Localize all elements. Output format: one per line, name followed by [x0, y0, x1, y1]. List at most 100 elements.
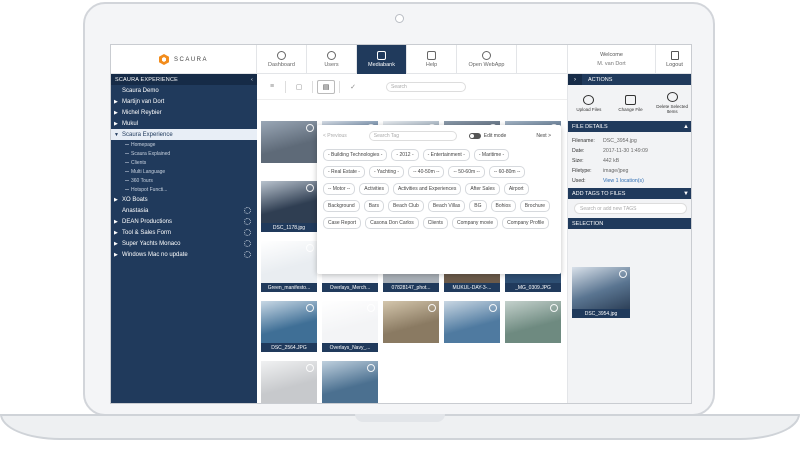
media-thumbnail [261, 181, 317, 223]
sidebar-item[interactable]: ▶ Mukul [111, 118, 257, 129]
tag-chip[interactable]: - Yachting - [368, 166, 405, 178]
gear-icon[interactable] [244, 251, 251, 258]
sidebar-item[interactable]: ▶ Martijn van Dort [111, 96, 257, 107]
tag-chip[interactable]: Beach Villas [427, 200, 466, 212]
tag-filter-icon[interactable]: ▤ [317, 79, 335, 94]
upload-files-button[interactable]: Upload Files [568, 85, 610, 121]
tag-chip[interactable]: Company Profile [502, 217, 550, 229]
sidebar-subitem[interactable]: Hotspot Functi... [111, 185, 257, 194]
sidebar-subitem[interactable]: Homepage [111, 140, 257, 149]
add-tags-input[interactable]: Search or add new TAGS [574, 203, 687, 214]
tag-chip[interactable]: - Building Technologies - [323, 149, 388, 161]
tab-open-webapp[interactable]: Open WebApp [457, 45, 517, 74]
logout-button[interactable]: Logout [655, 45, 691, 74]
gear-icon[interactable] [244, 207, 251, 214]
tag-chip[interactable]: Clients [422, 217, 449, 229]
tag-search-input[interactable]: Search Tag [368, 131, 457, 141]
tag-chip[interactable]: - Maritime - [473, 149, 510, 161]
expand-arrow-icon[interactable]: › [568, 74, 582, 85]
media-thumbnail [444, 301, 500, 343]
caret-right-icon[interactable]: ▶ [114, 252, 119, 258]
edit-mode-toggle[interactable] [468, 133, 481, 139]
caret-right-icon[interactable]: ▶ [114, 197, 119, 203]
media-caption: MUKUL-DAY-3-... [444, 283, 500, 292]
previous-button[interactable]: < Previous [323, 133, 347, 139]
tag-chip[interactable]: Activities [359, 183, 389, 195]
gear-icon[interactable] [244, 229, 251, 236]
sidebar-item[interactable]: ▼ Scaura Experience [111, 129, 257, 140]
tag-chip[interactable]: Bars [363, 200, 384, 212]
tag-chip[interactable]: -- 60-80m -- [488, 166, 526, 178]
add-tags-header[interactable]: ADD TAGS TO FILES ▼ [568, 188, 691, 199]
gear-icon[interactable] [244, 240, 251, 247]
tag-chip[interactable]: -- 50-60m -- [448, 166, 485, 178]
tag-chip[interactable]: Company movie [452, 217, 499, 229]
next-button[interactable]: Next > [536, 133, 551, 139]
view-locations-link[interactable]: View 1 location(s) [603, 178, 644, 184]
tag-chip[interactable]: - 2012 - [391, 149, 419, 161]
media-tile[interactable] [261, 361, 317, 403]
tag-chip[interactable]: Case Report [323, 217, 362, 229]
sidebar-item[interactable]: ▶ DEAN Productions [111, 216, 257, 227]
collapse-chevron-icon[interactable]: ‹ [251, 77, 253, 83]
selection-tile[interactable]: DSC_3954.jpg [572, 267, 630, 318]
detail-value: 442 kB [603, 158, 620, 164]
sidebar-subitem[interactable]: Clients [111, 158, 257, 167]
tag-chip[interactable]: Brochure [519, 200, 551, 212]
delete-selected-button[interactable]: Delete Selected Items [651, 85, 691, 121]
caret-down-icon[interactable]: ▼ [114, 132, 119, 138]
tab-mediabank[interactable]: Mediabank [357, 45, 407, 74]
tag-chip[interactable]: BG [469, 200, 487, 212]
media-thumbnail [261, 241, 317, 283]
tag-chip[interactable]: - Real Estate - [323, 166, 365, 178]
tag-chip[interactable]: -- Motor -- [323, 183, 356, 195]
caret-right-icon[interactable]: ▶ [114, 121, 119, 127]
sidebar-subitem[interactable]: 360 Tours [111, 176, 257, 185]
media-tile[interactable] [383, 301, 439, 343]
sidebar-item-label: Super Yachts Monaco [122, 240, 181, 247]
tag-chip[interactable]: Bohios [490, 200, 516, 212]
media-tile[interactable]: DSC_1178.jpg [261, 181, 317, 232]
sidebar-item[interactable]: ▶ Windows Mac no update [111, 249, 257, 260]
file-details-header[interactable]: FILE DETAILS ▲ [568, 121, 691, 132]
delete-selected-label: Delete Selected Items [656, 104, 689, 114]
media-tile[interactable]: Green_manifesto... [261, 241, 317, 292]
tab-users[interactable]: Users [307, 45, 357, 74]
sidebar-item[interactable]: ▶ Tool & Sales Form [111, 227, 257, 238]
caret-right-icon[interactable]: ▶ [114, 219, 119, 225]
tag-chip[interactable]: - Entertainment - [422, 149, 470, 161]
caret-right-icon[interactable]: ▶ [114, 230, 119, 236]
sidebar-subitem[interactable]: Scaura Explained [111, 149, 257, 158]
media-tile[interactable] [444, 301, 500, 343]
tag-chip[interactable]: Beach Club [387, 200, 424, 212]
caret-right-icon[interactable]: ▶ [114, 241, 119, 247]
app-logo[interactable]: SCAURA [111, 45, 257, 74]
media-tile[interactable] [261, 121, 317, 163]
sidebar-item[interactable]: ▶ Michel Reybier [111, 107, 257, 118]
sidebar-subitem[interactable]: Multi Language [111, 167, 257, 176]
tab-dashboard[interactable]: Dashboard [257, 45, 307, 74]
file-type-icon[interactable]: ▢ [290, 80, 308, 94]
caret-right-icon[interactable]: ▶ [114, 99, 119, 105]
sort-icon[interactable]: ≡ [263, 80, 281, 94]
sidebar-item[interactable]: Scaura Demo [111, 85, 257, 96]
media-tile[interactable]: Overlays_Navy_... [322, 301, 378, 352]
media-tile[interactable] [505, 301, 561, 343]
tag-chip[interactable]: Airport [503, 183, 529, 195]
media-search-input[interactable]: Search [386, 81, 466, 92]
tag-chip[interactable]: Casona Don Carlos [365, 217, 419, 229]
gear-icon[interactable] [244, 218, 251, 225]
sidebar-item[interactable]: Anastasia [111, 205, 257, 216]
caret-right-icon[interactable]: ▶ [114, 110, 119, 116]
tag-chip[interactable]: Background [323, 200, 360, 212]
tag-chip[interactable]: After Sales [465, 183, 500, 195]
sidebar-item[interactable]: ▶ Super Yachts Monaco [111, 238, 257, 249]
tab-help[interactable]: Help [407, 45, 457, 74]
sidebar-item[interactable]: ▶ XO Boats [111, 194, 257, 205]
change-file-button[interactable]: Change File [610, 85, 652, 121]
media-tile[interactable] [322, 361, 378, 403]
media-tile[interactable]: DSC_2564.JPG [261, 301, 317, 352]
check-select-icon[interactable]: ✓ [344, 80, 362, 94]
tag-chip[interactable]: Activities and Experiences [392, 183, 462, 195]
tag-chip[interactable]: -- 40-50m -- [408, 166, 445, 178]
